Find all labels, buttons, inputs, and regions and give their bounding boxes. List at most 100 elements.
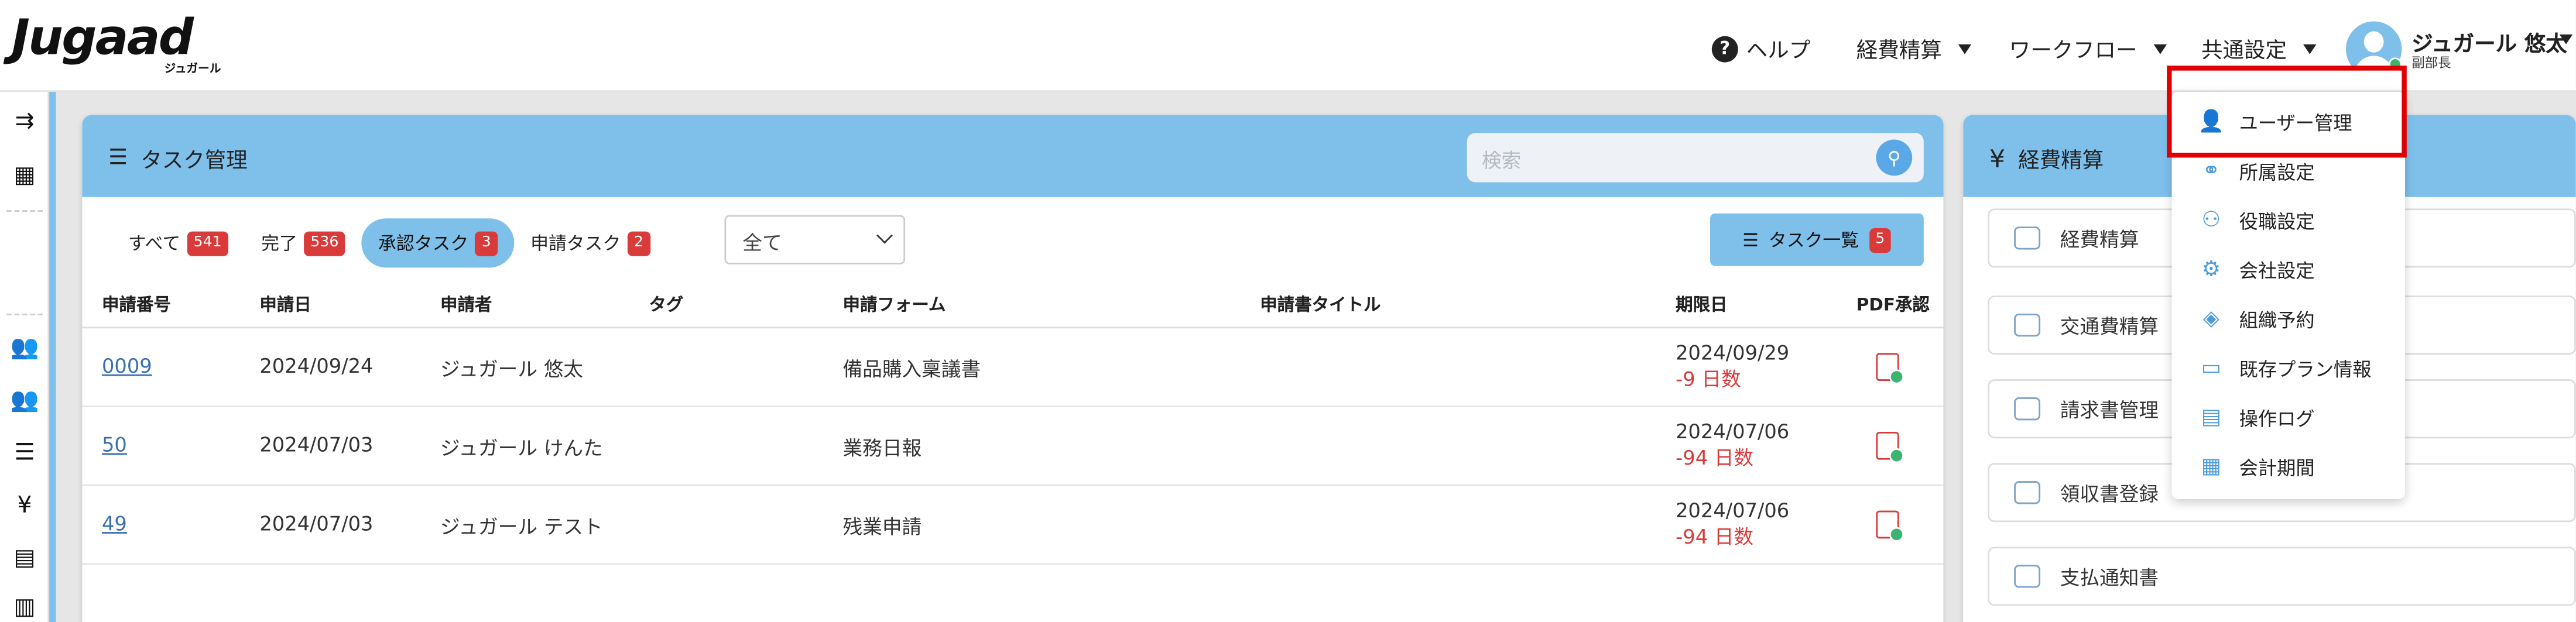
sidebar-accent-bar bbox=[49, 92, 56, 622]
app-root: Jugaad ジュガール ? ヘルプ 経費精算 ワークフロー 共通設定 ジュガー… bbox=[0, 0, 2576, 622]
menu-item-accounting-period[interactable]: ▦ 会計期間 bbox=[2198, 455, 2315, 481]
menu-item-label: 組織予約 bbox=[2239, 308, 2315, 332]
request-id-link[interactable]: 0009 bbox=[102, 355, 152, 377]
days-remaining: -9 日数 bbox=[1676, 367, 1741, 391]
yen-icon[interactable]: ¥ bbox=[10, 493, 40, 519]
expand-sidebar-icon[interactable]: ⇉ bbox=[10, 108, 40, 135]
form-name: 備品購入稟議書 bbox=[842, 358, 981, 381]
tab-completed[interactable]: 完了 536 bbox=[245, 218, 362, 267]
expense-item-label: 経費精算 bbox=[2060, 227, 2139, 250]
pdf-approval-icon[interactable] bbox=[1876, 431, 1904, 463]
tab-application-label: 申請タスク bbox=[530, 233, 621, 255]
user-menu-chevron-icon[interactable] bbox=[2559, 34, 2573, 44]
request-id-link[interactable]: 50 bbox=[102, 434, 127, 456]
help-link[interactable]: ? ヘルプ bbox=[1711, 33, 1811, 64]
pdf-approval-icon[interactable] bbox=[1876, 510, 1904, 542]
building-icon[interactable]: ▦ bbox=[10, 163, 40, 189]
form-name: 業務日報 bbox=[842, 437, 922, 460]
users-icon[interactable]: 👥 bbox=[10, 335, 40, 361]
column-header[interactable]: 申請日 bbox=[259, 292, 311, 317]
logo-subtitle: ジュガール bbox=[164, 62, 221, 76]
due-date: 2024/09/29 -9 日数 bbox=[1676, 340, 1789, 393]
days-remaining: -94 日数 bbox=[1676, 446, 1754, 470]
search-input[interactable]: 検索 ⚲ bbox=[1467, 133, 1924, 183]
expense-panel-title: ¥ 経費精算 bbox=[1989, 143, 2104, 174]
menu-item-org-reservation[interactable]: ◈ 組織予約 bbox=[2198, 307, 2315, 334]
expense-panel-title-text: 経費精算 bbox=[2018, 149, 2104, 174]
column-header[interactable]: タグ bbox=[649, 292, 683, 317]
expense-item-label: 請求書管理 bbox=[2060, 398, 2159, 421]
pdf-approval-icon[interactable] bbox=[1876, 353, 1904, 384]
request-date: 2024/07/03 bbox=[259, 512, 374, 535]
nav-common-settings-menu[interactable]: 共通設定 bbox=[2201, 33, 2317, 64]
list-icon: ☰ bbox=[1742, 229, 1759, 250]
org-chart-icon: ⚭ bbox=[2202, 159, 2221, 184]
count-badge: 5 bbox=[1869, 227, 1892, 252]
document-icon[interactable]: ▤ bbox=[10, 545, 40, 572]
list-icon[interactable]: ☰ bbox=[10, 440, 40, 466]
chevron-down-icon bbox=[2153, 43, 2167, 54]
archive-icon: ▤ bbox=[2201, 405, 2222, 431]
menu-item-department-settings[interactable]: ⚭ 所属設定 bbox=[2198, 159, 2315, 185]
tab-approval-label: 承認タスク bbox=[378, 233, 469, 255]
menu-item-label: 会社設定 bbox=[2239, 259, 2315, 283]
chevron-down-icon bbox=[876, 227, 893, 244]
search-icon[interactable]: ⚲ bbox=[1876, 139, 1913, 176]
menu-item-label: 役職設定 bbox=[2239, 210, 2315, 233]
task-panel-title-text: タスク管理 bbox=[141, 149, 248, 174]
menu-item-position-settings[interactable]: ⚇ 役職設定 bbox=[2198, 208, 2315, 235]
table-row[interactable]: 49 2024/07/03 ジュガール テスト 残業申請 2024/07/06-… bbox=[82, 486, 1944, 565]
column-header[interactable]: 期限日 bbox=[1676, 292, 1727, 317]
invoice-icon bbox=[2014, 397, 2041, 421]
task-type-select[interactable]: 全て bbox=[724, 215, 906, 264]
chevron-down-icon bbox=[1958, 43, 1972, 54]
highlight-box bbox=[2167, 66, 2407, 158]
avatar-head bbox=[2363, 31, 2384, 53]
search-placeholder: 検索 bbox=[1482, 149, 1522, 173]
table-row[interactable]: 50 2024/07/03 ジュガール けんた 業務日報 2024/07/06-… bbox=[82, 407, 1944, 486]
chevron-down-icon bbox=[2303, 43, 2317, 54]
team-icon[interactable]: 👥 bbox=[10, 387, 40, 414]
tab-all-label: すべて bbox=[128, 233, 181, 255]
nav-expense-menu[interactable]: 経費精算 bbox=[1856, 33, 1972, 64]
app-logo[interactable]: Jugaad bbox=[12, 10, 194, 67]
expense-item-label: 領収書登録 bbox=[2060, 482, 2159, 505]
column-header[interactable]: 申請書タイトル bbox=[1260, 292, 1381, 317]
request-id-link[interactable]: 49 bbox=[102, 512, 127, 535]
tab-approval-tasks[interactable]: 承認タスク 3 bbox=[361, 218, 515, 268]
nav-expense-label: 経費精算 bbox=[1856, 39, 1942, 64]
column-header[interactable]: 申請番号 bbox=[102, 292, 171, 317]
user-name[interactable]: ジュガール 悠太 bbox=[2411, 26, 2567, 57]
yen-icon: ¥ bbox=[1989, 143, 2005, 174]
gear-icon: ⚙ bbox=[2201, 257, 2221, 283]
menu-item-company-settings[interactable]: ⚙ 会社設定 bbox=[2198, 257, 2315, 284]
calendar-icon[interactable]: ▥ bbox=[10, 594, 40, 621]
column-header[interactable]: 申請者 bbox=[440, 292, 492, 317]
nav-common-settings-label: 共通設定 bbox=[2201, 39, 2287, 64]
train-icon bbox=[2014, 313, 2041, 337]
menu-item-label: 既存プラン情報 bbox=[2239, 358, 2372, 381]
nav-workflow-menu[interactable]: ワークフロー bbox=[2009, 33, 2167, 64]
upload-cloud-icon bbox=[2014, 481, 2041, 504]
money-icon bbox=[2014, 226, 2041, 250]
due-date: 2024/07/06 -94 日数 bbox=[1676, 497, 1789, 550]
menu-item-operation-log[interactable]: ▤ 操作ログ bbox=[2198, 405, 2315, 432]
task-panel-title: ☰ タスク管理 bbox=[108, 143, 248, 174]
help-label: ヘルプ bbox=[1746, 39, 1811, 64]
tab-application-tasks[interactable]: 申請タスク 2 bbox=[514, 218, 666, 267]
select-value: 全て bbox=[742, 231, 782, 255]
menu-item-plan-info[interactable]: ▭ 既存プラン情報 bbox=[2198, 356, 2372, 383]
task-list-button[interactable]: ☰ タスク一覧 5 bbox=[1710, 213, 1924, 266]
days-remaining: -94 日数 bbox=[1676, 525, 1754, 549]
column-header[interactable]: 申請フォーム bbox=[842, 292, 946, 317]
tab-all[interactable]: すべて 541 bbox=[112, 218, 245, 267]
nav-workflow-label: ワークフロー bbox=[2009, 39, 2137, 64]
expense-item-payment-notice[interactable]: 支払通知書 bbox=[1988, 547, 2576, 606]
count-badge: 3 bbox=[475, 231, 498, 256]
person-badge-icon: ⚇ bbox=[2201, 208, 2221, 233]
table-row[interactable]: 0009 2024/09/24 ジュガール 悠太 備品購入稟議書 2024/09… bbox=[82, 328, 1944, 407]
applicant: ジュガール テスト bbox=[440, 516, 603, 539]
due-date-value: 2024/07/06 bbox=[1676, 420, 1790, 444]
credit-card-icon: ▭ bbox=[2201, 356, 2222, 381]
column-header[interactable]: PDF承認 bbox=[1856, 292, 1930, 317]
